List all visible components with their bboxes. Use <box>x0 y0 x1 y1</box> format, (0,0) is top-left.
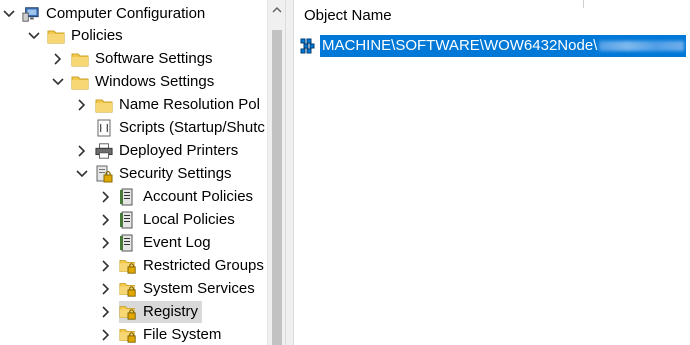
chevron-down-icon[interactable] <box>75 163 89 185</box>
tree-item-label: Security Settings <box>119 165 232 182</box>
tree-item-security-settings[interactable]: Security Settings <box>75 163 232 185</box>
column-divider[interactable] <box>583 0 584 8</box>
tree-item-label: Registry <box>143 303 199 320</box>
script-icon <box>95 119 113 137</box>
chevron-right-icon[interactable] <box>75 140 89 162</box>
chevron-down-icon[interactable] <box>27 25 41 47</box>
folder-icon <box>71 50 89 68</box>
tree-item-label: Name Resolution Pol <box>119 96 260 113</box>
tree-item-label: File System <box>143 326 222 343</box>
folder-icon <box>95 96 113 114</box>
chevron-right-icon[interactable] <box>99 301 113 323</box>
tree-item-label: Scripts (Startup/Shutc <box>119 119 265 136</box>
chevron-right-icon[interactable] <box>99 209 113 231</box>
redacted-text <box>599 41 684 51</box>
chevron-right-icon[interactable] <box>75 94 89 116</box>
chevron-right-icon[interactable] <box>99 278 113 300</box>
chevron-right-icon[interactable] <box>51 48 65 70</box>
tree-item-label: Event Log <box>143 234 211 251</box>
tree-item-registry[interactable]: Registry <box>99 301 203 323</box>
folder-icon <box>71 73 89 91</box>
locked-folder-icon <box>119 326 137 344</box>
chevron-right-icon[interactable] <box>99 186 113 208</box>
scrollbar-thumb[interactable] <box>272 30 282 345</box>
printer-icon <box>95 142 113 160</box>
policy-book-icon <box>119 211 137 229</box>
scroll-up-arrow-icon[interactable] <box>268 0 286 18</box>
console-tree: Computer Configuration Policies Software… <box>0 0 267 345</box>
tree-item-account-policies[interactable]: Account Policies <box>99 186 253 208</box>
chevron-right-icon[interactable] <box>99 255 113 277</box>
tree-item-label: Deployed Printers <box>119 142 239 159</box>
computer-icon <box>22 5 40 23</box>
locked-folder-icon <box>119 257 137 275</box>
pane-splitter[interactable] <box>285 0 294 345</box>
tree-item-windows-settings[interactable]: Windows Settings <box>51 71 214 93</box>
chevron-down-icon[interactable] <box>51 71 65 93</box>
tree-item-label: Restricted Groups <box>143 257 264 274</box>
tree-item-file-system[interactable]: File System <box>99 324 221 345</box>
tree-item-label: Policies <box>71 27 123 44</box>
security-settings-icon <box>95 165 113 183</box>
details-pane: Object Name MACHINE\SOFTWARE\WOW6432Node… <box>294 0 690 345</box>
tree-item-local-policies[interactable]: Local Policies <box>99 209 235 231</box>
chevron-down-icon[interactable] <box>2 3 16 25</box>
tree-item-label: Software Settings <box>95 50 213 67</box>
tree-item-computer-configuration[interactable]: Computer Configuration <box>2 3 205 25</box>
tree-item-scripts[interactable]: Scripts (Startup/Shutc <box>75 117 265 139</box>
selection-highlight: Registry <box>119 301 203 323</box>
tree-item-label: System Services <box>143 280 255 297</box>
locked-folder-icon <box>119 303 137 321</box>
tree-scrollbar[interactable] <box>267 0 286 345</box>
chevron-right-icon[interactable] <box>99 324 113 345</box>
folder-icon <box>47 27 65 45</box>
object-name-cell: MACHINE\SOFTWARE\WOW6432Node\ <box>320 35 686 57</box>
event-log-icon <box>119 234 137 252</box>
tree-item-deployed-printers[interactable]: Deployed Printers <box>75 140 238 162</box>
registry-key-icon <box>300 37 318 55</box>
tree-item-system-services[interactable]: System Services <box>99 278 255 300</box>
tree-item-event-log[interactable]: Event Log <box>99 232 211 254</box>
column-header-object-name[interactable]: Object Name <box>304 7 392 24</box>
tree-item-name-resolution-policy[interactable]: Name Resolution Pol <box>75 94 260 116</box>
locked-folder-icon <box>119 280 137 298</box>
tree-item-policies[interactable]: Policies <box>27 25 123 47</box>
tree-item-restricted-groups[interactable]: Restricted Groups <box>99 255 264 277</box>
tree-item-software-settings[interactable]: Software Settings <box>51 48 213 70</box>
object-name-text: MACHINE\SOFTWARE\WOW6432Node\ <box>322 37 598 54</box>
tree-item-label: Computer Configuration <box>46 5 206 22</box>
policy-book-icon <box>119 188 137 206</box>
tree-item-label: Windows Settings <box>95 73 215 90</box>
tree-item-label: Local Policies <box>143 211 235 228</box>
chevron-right-icon[interactable] <box>99 232 113 254</box>
tree-item-label: Account Policies <box>143 188 254 205</box>
list-item[interactable]: MACHINE\SOFTWARE\WOW6432Node\ <box>300 35 686 57</box>
